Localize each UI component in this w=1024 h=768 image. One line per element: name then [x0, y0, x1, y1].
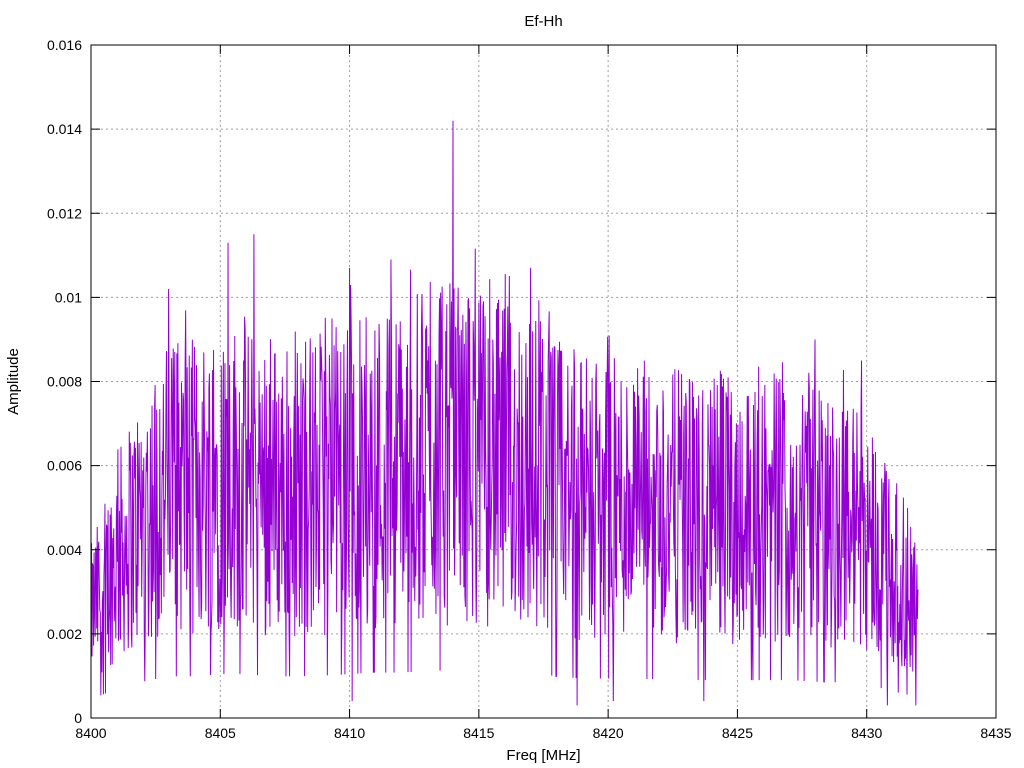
y-tick-label: 0.014	[47, 121, 82, 137]
x-tick-label: 8405	[205, 725, 236, 741]
x-tick-label: 8435	[980, 725, 1011, 741]
x-tick-label: 8430	[851, 725, 882, 741]
y-tick-label: 0.006	[47, 458, 82, 474]
x-tick-label: 8415	[463, 725, 494, 741]
chart: 8400 8405 8410 8415 8420 8425 8430 8435 0 0.002 0…	[0, 0, 1024, 768]
y-axis-title: Amplitude	[5, 348, 22, 415]
x-tick-label: 8400	[75, 725, 106, 741]
y-tick-label: 0.012	[47, 205, 82, 221]
plot-background	[0, 0, 1024, 768]
x-axis-title: Freq [MHz]	[506, 747, 580, 764]
y-tick-label: 0.008	[47, 374, 82, 390]
y-tick-label: 0.01	[55, 289, 82, 305]
x-tick-label: 8425	[722, 725, 753, 741]
y-tick-label: 0.004	[47, 542, 82, 558]
chart-title: Ef-Hh	[524, 13, 562, 30]
y-tick-label: 0.016	[47, 37, 82, 53]
x-tick-label: 8410	[334, 725, 365, 741]
x-tick-label: 8420	[593, 725, 624, 741]
y-tick-label: 0	[74, 710, 82, 726]
y-tick-label: 0.002	[47, 626, 82, 642]
